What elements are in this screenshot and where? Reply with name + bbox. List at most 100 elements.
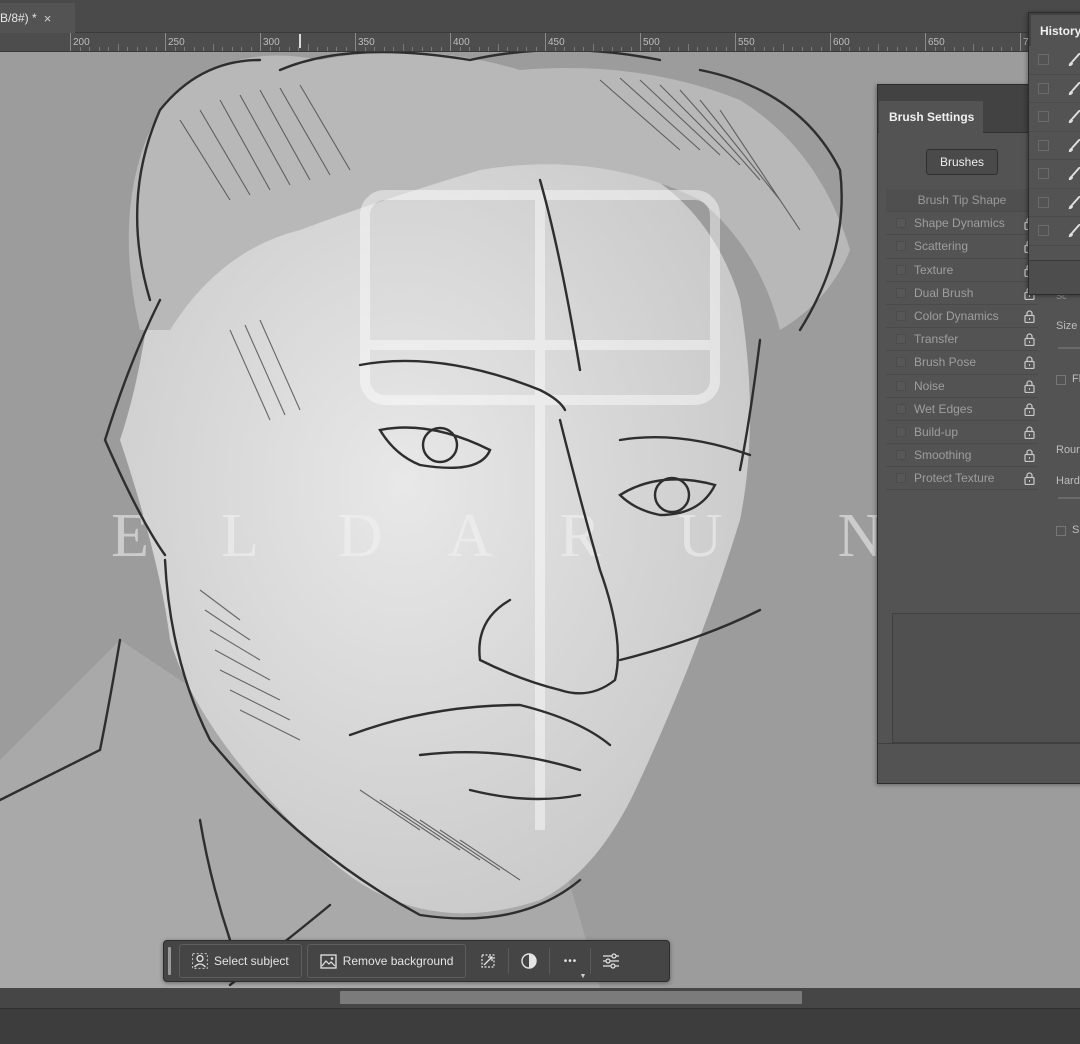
history-state-row[interactable] xyxy=(1029,75,1080,103)
ruler-minor-tick xyxy=(526,47,527,51)
lock-icon[interactable] xyxy=(1023,356,1036,370)
ruler-minor-tick xyxy=(583,47,584,51)
ruler-minor-tick xyxy=(944,47,945,51)
ruler-minor-tick xyxy=(156,47,157,51)
brush-option-shape-dynamics[interactable]: Shape Dynamics xyxy=(886,212,1038,236)
history-state-row[interactable] xyxy=(1029,160,1080,189)
hardness-slider[interactable] xyxy=(1058,497,1080,499)
lock-icon[interactable] xyxy=(1023,379,1036,393)
brush-panel-footer-divider xyxy=(878,743,1080,744)
history-state-row[interactable] xyxy=(1029,103,1080,132)
close-icon[interactable]: × xyxy=(44,11,52,26)
brush-option-checkbox[interactable] xyxy=(896,311,906,322)
lock-icon[interactable] xyxy=(1023,310,1036,324)
ruler-minor-tick xyxy=(992,47,993,51)
select-subject-button[interactable]: Select subject xyxy=(179,944,302,978)
horizontal-scrollbar-thumb[interactable] xyxy=(340,991,802,1004)
brush-option-checkbox[interactable] xyxy=(896,357,906,368)
history-header: History xyxy=(1029,13,1080,46)
spacing-label: S xyxy=(1072,524,1080,536)
ruler-minor-tick xyxy=(317,47,318,51)
spacing-checkbox[interactable] xyxy=(1056,526,1066,536)
brush-option-texture[interactable]: Texture xyxy=(886,259,1038,282)
ruler-minor-tick xyxy=(374,47,375,51)
brush-icon xyxy=(1067,166,1080,186)
ruler-label: 200 xyxy=(73,37,90,48)
brush-option-transfer[interactable]: Transfer xyxy=(886,328,1038,352)
brush-option-brush-tip-shape[interactable]: Brush Tip Shape xyxy=(886,189,1038,213)
history-snapshot-checkbox[interactable] xyxy=(1038,139,1049,151)
brush-option-checkbox[interactable] xyxy=(896,380,906,391)
brushes-button[interactable]: Brushes xyxy=(926,149,998,175)
ruler-minor-tick xyxy=(431,47,432,51)
brush-option-dual-brush[interactable]: Dual Brush xyxy=(886,282,1038,305)
more-glyph: ••• xyxy=(563,955,578,967)
brush-option-noise[interactable]: Noise xyxy=(886,375,1038,398)
ruler-label: 350 xyxy=(358,37,375,48)
brush-option-checkbox[interactable] xyxy=(896,218,906,229)
adjustment-icon[interactable] xyxy=(512,944,546,978)
svg-text:D: D xyxy=(338,502,383,570)
ruler-minor-tick xyxy=(479,47,480,51)
ruler-minor-tick xyxy=(631,47,632,51)
brush-option-wet-edges[interactable]: Wet Edges xyxy=(886,398,1038,421)
document-tab[interactable]: B/8#) * × xyxy=(0,3,75,33)
brush-option-checkbox[interactable] xyxy=(896,473,906,484)
brush-option-checkbox[interactable] xyxy=(896,264,906,275)
lock-icon[interactable] xyxy=(1023,403,1036,416)
brush-option-build-up[interactable]: Build-up xyxy=(886,421,1038,445)
history-state-row[interactable] xyxy=(1029,189,1080,217)
brush-option-checkbox[interactable] xyxy=(896,450,906,461)
svg-text:A: A xyxy=(448,502,493,570)
history-snapshot-checkbox[interactable] xyxy=(1038,82,1049,94)
settings-sliders-icon[interactable] xyxy=(594,944,628,978)
contextual-task-bar: Select subject Remove background ••• ▼ xyxy=(163,940,670,982)
brush-option-checkbox[interactable] xyxy=(896,403,906,414)
more-icon[interactable]: ••• ▼ xyxy=(553,944,587,981)
ruler-label: 300 xyxy=(263,37,280,48)
size-label: Size xyxy=(1056,320,1078,332)
history-snapshot-checkbox[interactable] xyxy=(1038,54,1049,66)
transform-icon[interactable] xyxy=(471,944,505,978)
history-state-row[interactable] xyxy=(1029,217,1080,246)
history-panel: History xyxy=(1028,12,1080,295)
ruler-minor-tick xyxy=(308,44,309,51)
ruler-major-tick xyxy=(70,33,71,51)
brush-option-scattering[interactable]: Scattering xyxy=(886,235,1038,259)
ruler-minor-tick xyxy=(564,47,565,51)
brush-option-checkbox[interactable] xyxy=(896,287,906,298)
select-subject-label: Select subject xyxy=(214,954,289,968)
history-state-row[interactable] xyxy=(1029,46,1080,75)
history-snapshot-checkbox[interactable] xyxy=(1038,225,1049,237)
history-snapshot-checkbox[interactable] xyxy=(1038,196,1049,208)
brush-option-color-dynamics[interactable]: Color Dynamics xyxy=(886,305,1038,329)
brush-option-checkbox[interactable] xyxy=(896,334,906,345)
lock-icon[interactable] xyxy=(1023,472,1036,486)
flip-checkbox[interactable] xyxy=(1056,375,1066,385)
brush-option-label: Smoothing xyxy=(914,448,972,463)
brush-option-smoothing[interactable]: Smoothing xyxy=(886,444,1038,468)
ruler-minor-tick xyxy=(469,47,470,51)
taskbar-drag-handle[interactable] xyxy=(168,947,171,975)
ruler-minor-tick xyxy=(669,47,670,51)
tab-history[interactable]: History xyxy=(1031,15,1080,46)
history-snapshot-checkbox[interactable] xyxy=(1038,168,1049,180)
brush-option-checkbox[interactable] xyxy=(896,426,906,437)
lock-icon[interactable] xyxy=(1023,449,1036,463)
brush-option-checkbox[interactable] xyxy=(896,241,906,252)
ruler-minor-tick xyxy=(963,47,964,51)
ruler-major-tick xyxy=(925,33,926,51)
ruler-minor-tick xyxy=(441,47,442,51)
size-slider[interactable] xyxy=(1058,347,1080,349)
remove-background-button[interactable]: Remove background xyxy=(306,944,467,978)
ruler-minor-tick xyxy=(602,47,603,51)
history-state-row[interactable] xyxy=(1029,132,1080,160)
brush-option-protect-texture[interactable]: Protect Texture xyxy=(886,467,1038,491)
brush-option-brush-pose[interactable]: Brush Pose xyxy=(886,351,1038,375)
history-snapshot-checkbox[interactable] xyxy=(1038,111,1049,123)
lock-icon[interactable] xyxy=(1023,426,1036,439)
ruler-minor-tick xyxy=(251,47,252,51)
lock-icon[interactable] xyxy=(1023,333,1036,347)
brush-option-label: Brush Tip Shape xyxy=(917,193,1007,208)
tab-brush-settings[interactable]: Brush Settings xyxy=(879,101,983,133)
